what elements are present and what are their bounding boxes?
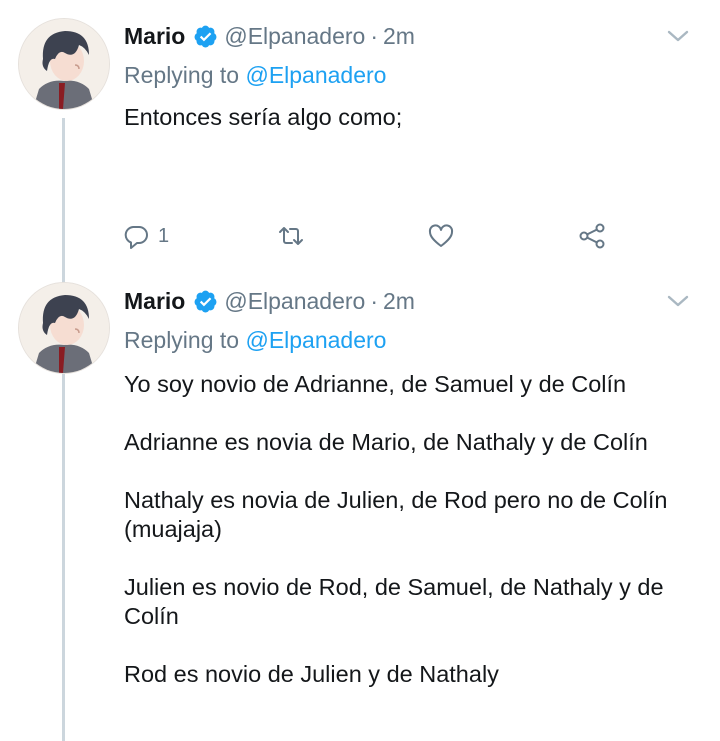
separator-dot: ·: [370, 22, 379, 49]
avatar[interactable]: [18, 18, 110, 110]
separator-dot: ·: [370, 287, 379, 314]
author-name[interactable]: Mario: [124, 288, 185, 315]
tweet[interactable]: Mario @Elpanadero · 2m Replying to @Elpa…: [0, 0, 720, 270]
timestamp[interactable]: 2m: [383, 23, 415, 50]
tweet-paragraph: Rod es novio de Julien y de Nathaly: [124, 661, 499, 687]
avatar-illustration: [19, 19, 109, 109]
tweet-paragraph: Nathaly es novia de Julien, de Rod pero …: [124, 487, 668, 542]
tweet-header: Mario @Elpanadero · 2m: [124, 283, 700, 319]
replying-to: Replying to @Elpanadero: [124, 327, 386, 354]
tweet[interactable]: Mario @Elpanadero · 2m Replying to @Elpa…: [0, 270, 720, 741]
avatar-illustration: [19, 283, 109, 373]
tweet-paragraph: Adrianne es novia de Mario, de Nathaly y…: [124, 429, 648, 455]
share-icon: [578, 222, 606, 250]
replying-to: Replying to @Elpanadero: [124, 62, 386, 89]
tweet-paragraph: Yo soy novio de Adrianne, de Samuel y de…: [124, 371, 627, 397]
timestamp[interactable]: 2m: [383, 288, 415, 315]
retweet-button[interactable]: [277, 218, 305, 254]
tweet-text: Entonces sería algo como;: [124, 103, 700, 161]
verified-badge-icon: [193, 24, 218, 49]
replying-to-mention[interactable]: @Elpanadero: [245, 62, 386, 88]
author-name[interactable]: Mario: [124, 23, 185, 50]
like-button[interactable]: [427, 218, 455, 254]
tweet-actions: 1: [0, 218, 720, 258]
reply-icon: [122, 222, 150, 250]
chevron-down-icon[interactable]: [664, 22, 692, 50]
replying-to-label: Replying to: [124, 62, 240, 88]
reply-button[interactable]: 1: [122, 218, 169, 254]
tweet-paragraph: Julien es novio de Rod, de Samuel, de Na…: [124, 574, 664, 629]
replying-to-mention[interactable]: @Elpanadero: [245, 327, 386, 353]
reply-count: 1: [158, 224, 170, 247]
author-handle[interactable]: @Elpanadero: [224, 288, 365, 315]
heart-icon: [427, 222, 455, 250]
retweet-icon: [277, 222, 305, 250]
tweet-text: Yo soy novio de Adrianne, de Samuel y de…: [124, 370, 700, 718]
chevron-down-icon[interactable]: [664, 287, 692, 315]
verified-badge-icon: [193, 289, 218, 314]
author-handle[interactable]: @Elpanadero: [224, 23, 365, 50]
tweet-paragraph: Entonces sería algo como;: [124, 104, 403, 130]
replying-to-label: Replying to: [124, 327, 240, 353]
avatar[interactable]: [18, 282, 110, 374]
tweet-header: Mario @Elpanadero · 2m: [124, 18, 700, 54]
share-button[interactable]: [578, 218, 606, 254]
